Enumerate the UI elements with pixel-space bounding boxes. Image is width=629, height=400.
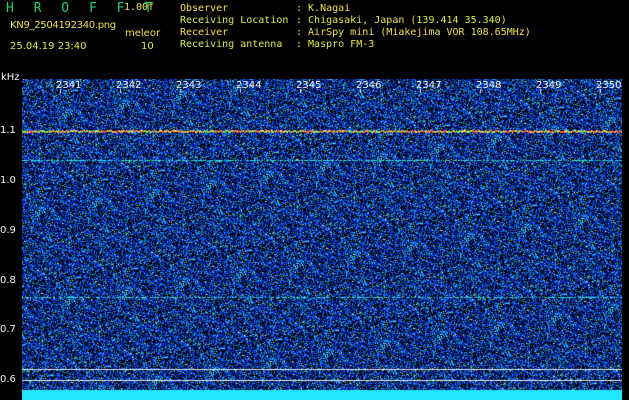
unit-value: 10: [141, 41, 154, 52]
x-tick-label: 2349: [536, 80, 562, 91]
meta-value-observer: : K.Nagai: [296, 3, 351, 14]
unit-label: meleor: [125, 28, 161, 39]
x-tick-label: 2345: [296, 80, 322, 91]
meta-key-observer: Observer: [180, 3, 229, 14]
y-axis-unit: kHz: [1, 72, 20, 83]
y-tick-label: 1.1: [0, 125, 16, 136]
y-tick-label: 0.6: [0, 374, 16, 385]
meta-key-antenna: Receiving antenna: [180, 39, 283, 50]
meta-key-location: Receiving Location: [180, 15, 289, 26]
x-tick-label: 2343: [176, 80, 202, 91]
x-tick-label: 2347: [416, 80, 442, 91]
meta-key-receiver: Receiver: [180, 27, 229, 38]
y-tick-label: 0.7: [0, 324, 16, 335]
y-tick-label: 1.0: [0, 175, 16, 186]
meta-value-antenna: : Maspro FM-3: [296, 39, 375, 50]
x-tick-label: 2344: [236, 80, 262, 91]
x-tick-label: 2348: [476, 80, 502, 91]
x-tick-label: 2350: [596, 80, 622, 91]
y-tick-label: 0.9: [0, 225, 16, 236]
spectrogram-plot: [22, 79, 622, 400]
x-tick-label: 2346: [356, 80, 382, 91]
version-label: 1.00f: [124, 2, 155, 13]
meta-value-location: : Chigasaki, Japan (139.414 35.340): [296, 15, 507, 26]
file-name: KN9_2504192340.png: [10, 20, 116, 31]
y-tick-label: 0.8: [0, 275, 16, 286]
datetime-label: 25.04.19 23:40: [10, 41, 87, 52]
x-tick-label: 2341: [56, 80, 82, 91]
meta-value-receiver: : AirSpy mini (Miakejima VOR 108.65MHz): [296, 27, 531, 38]
x-tick-label: 2342: [116, 80, 142, 91]
hrofft-window: H R O F F T 1.00f KN9_2504192340.png mel…: [0, 0, 629, 400]
